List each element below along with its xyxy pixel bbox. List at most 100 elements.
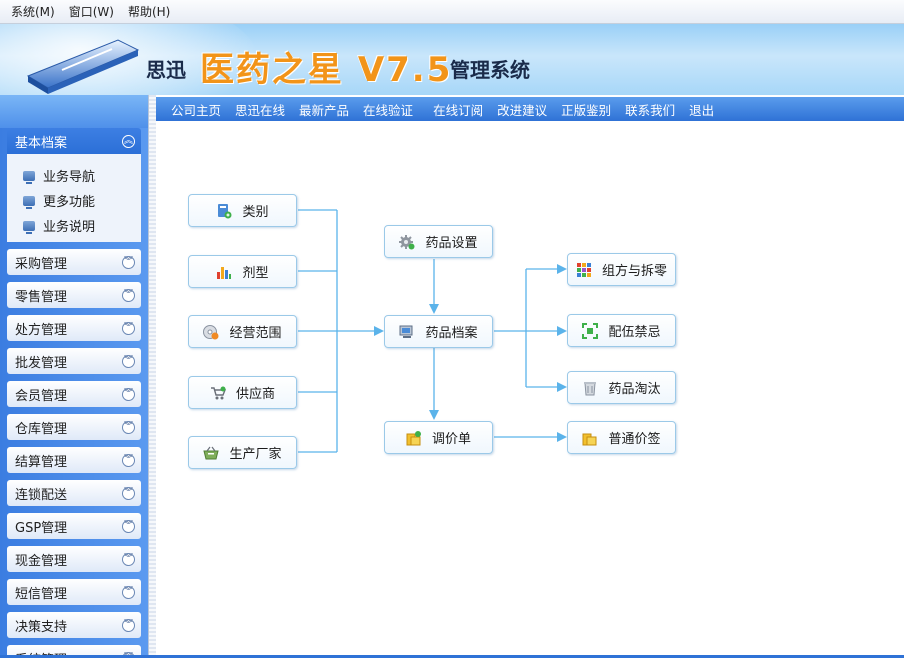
sidebar-group: GSP管理 ︾ (7, 513, 141, 539)
sidebar-group-label: 短信管理 (15, 586, 68, 602)
node-category[interactable]: 类别 (188, 194, 297, 227)
sidebar-group-header[interactable]: 采购管理 ︾ (7, 249, 141, 275)
sidebar-group-header[interactable]: 短信管理 ︾ (7, 579, 141, 605)
sidebar-group: 短信管理 ︾ (7, 579, 141, 605)
nav-genuine-check[interactable]: 正版鉴别 (554, 100, 618, 119)
sidebar-group-header[interactable]: 仓库管理 ︾ (7, 414, 141, 440)
nav-company-home[interactable]: 公司主页 (164, 100, 228, 119)
sidebar-item-label: 更多功能 (43, 195, 96, 210)
nav-latest-products[interactable]: 最新产品 (292, 100, 356, 119)
app-banner: 思迅 医药之星 V7.5 管理系统 (0, 24, 904, 95)
node-label: 类别 (242, 205, 269, 220)
expand-down-icon[interactable]: ︾ (122, 453, 135, 467)
monitor-icon (23, 220, 35, 234)
disc-icon (203, 324, 219, 339)
sidebar-item-label: 业务说明 (43, 220, 96, 235)
sidebar-item-business-nav[interactable]: 业务导航 (7, 163, 141, 188)
sidebar-group-label: 仓库管理 (15, 421, 68, 437)
sidebar-group-header[interactable]: 零售管理 ︾ (7, 282, 141, 308)
expand-down-icon[interactable]: ︾ (122, 420, 135, 434)
sidebar-group: 会员管理 ︾ (7, 381, 141, 407)
collapse-up-icon[interactable]: ︽ (122, 134, 135, 148)
node-drug-files[interactable]: 药品档案 (384, 315, 493, 348)
banner-company: 思迅 (146, 58, 186, 82)
sidebar-group-header[interactable]: 决策支持 ︾ (7, 612, 141, 638)
nav-suggestions[interactable]: 改进建议 (490, 100, 554, 119)
sidebar-group-header[interactable]: GSP管理 ︾ (7, 513, 141, 539)
expand-down-icon[interactable]: ︾ (122, 288, 135, 302)
menu-help[interactable]: 帮助(H) (121, 0, 177, 24)
node-formula-split[interactable]: 组方与拆零 (567, 253, 676, 286)
expand-down-icon[interactable]: ︾ (122, 321, 135, 335)
expand-down-icon[interactable]: ︾ (122, 255, 135, 269)
gear-icon (399, 234, 415, 249)
sidebar-group-label: 结算管理 (15, 454, 68, 470)
expand-down-icon[interactable]: ︾ (122, 552, 135, 566)
expand-down-icon[interactable]: ︾ (122, 354, 135, 368)
sidebar-group-header[interactable]: 会员管理 ︾ (7, 381, 141, 407)
expand-down-icon[interactable]: ︾ (122, 618, 135, 632)
panel-splitter[interactable] (148, 95, 156, 658)
monitor-icon (23, 170, 35, 184)
node-manufacturer[interactable]: 生产厂家 (188, 436, 297, 469)
node-price-tag[interactable]: 普通价签 (567, 421, 676, 454)
sidebar-group-label: 批发管理 (15, 355, 68, 371)
sidebar-group: 处方管理 ︾ (7, 315, 141, 341)
computer-icon (399, 325, 413, 338)
coins-icon (582, 433, 597, 445)
sidebar-item-business-help[interactable]: 业务说明 (7, 213, 141, 238)
nav-sixun-online[interactable]: 思迅在线 (228, 100, 292, 119)
sidebar-top-strip (0, 95, 148, 128)
sidebar-group: 仓库管理 ︾ (7, 414, 141, 440)
sidebar-group-label: 基本档案 (15, 135, 68, 151)
expand-down-icon[interactable]: ︾ (122, 585, 135, 599)
nav-online-verify[interactable]: 在线验证 (356, 100, 420, 119)
sidebar-group-header[interactable]: 连锁配送 ︾ (7, 480, 141, 506)
sidebar-group-label: 处方管理 (15, 322, 68, 338)
sidebar-group: 决策支持 ︾ (7, 612, 141, 638)
sidebar-group-header[interactable]: 基本档案 ︽ (7, 128, 141, 154)
sidebar-group-header[interactable]: 批发管理 ︾ (7, 348, 141, 374)
bar-chart-icon (217, 266, 232, 279)
business-flow-panel: 类别 剂型 经营范围 供应商 生产厂家 药品设置 药品档案 调价单 组方与拆零 … (156, 121, 904, 655)
node-label: 供应商 (235, 387, 275, 402)
node-label: 普通价签 (608, 432, 661, 447)
menu-system[interactable]: 系统(M) (4, 0, 62, 24)
sidebar-group: 结算管理 ︾ (7, 447, 141, 473)
basket-icon (203, 446, 220, 459)
expand-down-icon[interactable]: ︾ (122, 486, 135, 500)
node-label: 剂型 (242, 266, 269, 281)
expand-down-icon[interactable]: ︾ (122, 387, 135, 401)
category-icon (218, 203, 232, 218)
sidebar-group-label: 采购管理 (15, 256, 68, 272)
sidebar: 基本档案 ︽ 业务导航 更多功能 业务说明 采购管理 ︾ 零售管理 ︾ 处方管理 ︾ 批发管… (0, 95, 148, 658)
sidebar-group-header[interactable]: 处方管理 ︾ (7, 315, 141, 341)
sidebar-closed-groups: 采购管理 ︾ 零售管理 ︾ 处方管理 ︾ 批发管理 ︾ 会员管理 ︾ 仓库管理 ︾ 结算管理 ︾ 连锁配送 ︾… (7, 249, 141, 658)
cart-icon (210, 386, 226, 399)
expand-down-icon[interactable]: ︾ (122, 519, 135, 533)
node-incompatibility[interactable]: 配伍禁忌 (567, 314, 676, 347)
nav-contact-us[interactable]: 联系我们 (618, 100, 682, 119)
node-supplier[interactable]: 供应商 (188, 376, 297, 409)
nav-online-subscribe[interactable]: 在线订阅 (426, 100, 490, 119)
banner-suffix: 管理系统 (450, 58, 530, 82)
sidebar-group-header[interactable]: 结算管理 ︾ (7, 447, 141, 473)
product-box-logo (26, 39, 140, 94)
top-nav: 公司主页 思迅在线 最新产品 在线验证 在线订阅 改进建议 正版鉴别 联系我们 … (156, 97, 904, 121)
sidebar-item-more-functions[interactable]: 更多功能 (7, 188, 141, 213)
sidebar-group-label: 零售管理 (15, 289, 68, 305)
sidebar-group-body: 业务导航 更多功能 业务说明 (7, 154, 141, 242)
menu-window[interactable]: 窗口(W) (62, 0, 121, 24)
node-dosage-form[interactable]: 剂型 (188, 255, 297, 288)
node-drug-elimination[interactable]: 药品淘汰 (567, 371, 676, 404)
sidebar-group-header[interactable]: 现金管理 ︾ (7, 546, 141, 572)
node-business-scope[interactable]: 经营范围 (188, 315, 297, 348)
sidebar-item-label: 业务导航 (43, 170, 96, 185)
sidebar-group-label: 连锁配送 (15, 487, 68, 503)
node-price-adjust[interactable]: 调价单 (384, 421, 493, 454)
banner-product-name: 医药之星 V7.5 (200, 50, 453, 90)
nav-exit[interactable]: 退出 (682, 100, 721, 119)
node-label: 经营范围 (229, 326, 282, 341)
node-drug-settings[interactable]: 药品设置 (384, 225, 493, 258)
sidebar-group-label: GSP管理 (15, 520, 68, 536)
